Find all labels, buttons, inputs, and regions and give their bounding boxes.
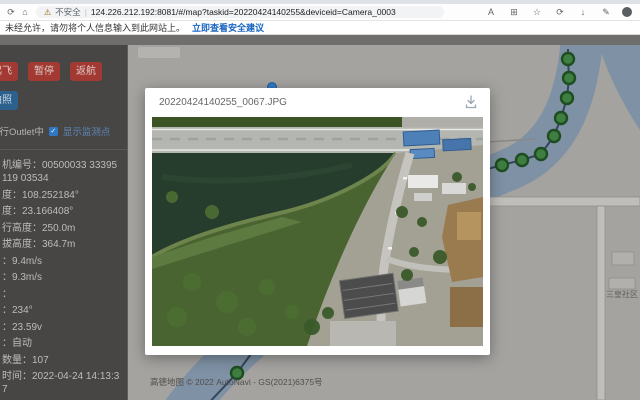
- checkbox-label[interactable]: 显示监测点: [63, 124, 111, 138]
- map-area-label: 三皇社区: [606, 289, 638, 299]
- profile-avatar[interactable]: [622, 7, 632, 17]
- telemetry-row-latitude: 度：23.166408°: [2, 205, 122, 218]
- address-bar[interactable]: ⚠ 不安全 | 124.226.212.192:8081/#/map?taski…: [36, 6, 444, 18]
- history-icon[interactable]: ⟳: [553, 7, 567, 18]
- sidebar-divider: [0, 149, 127, 150]
- app-header-bar: [0, 35, 640, 45]
- photo-filename: 20220424140255_0067.JPG: [159, 97, 287, 108]
- waypoint-marker[interactable]: [516, 154, 528, 166]
- download-icon[interactable]: [463, 94, 479, 110]
- toolbar-right-icons: A ⊞ ☆ ⟳ ↓ ✎: [484, 7, 632, 18]
- url-separator: |: [85, 7, 87, 17]
- takeoff-button[interactable]: 起飞: [0, 62, 18, 81]
- map-attribution: 高德地图 © 2022 AutoNavi - GS(2021)6375号: [150, 377, 323, 387]
- telemetry-row-elevation: 拔高度：364.7m: [2, 238, 122, 251]
- refresh-icon[interactable]: ⟳: [4, 7, 18, 18]
- photo-modal: 20220424140255_0067.JPG: [145, 88, 490, 355]
- return-home-button[interactable]: 返航: [70, 62, 102, 81]
- security-label: 不安全: [55, 6, 81, 18]
- read-aloud-icon[interactable]: A: [484, 7, 498, 17]
- telemetry-row-capture-time: 时间：2022-04-24 14:13:37: [2, 370, 122, 396]
- telemetry-row-mode: ：自动: [2, 337, 122, 350]
- status-text: 飞行Outlet中: [0, 124, 44, 138]
- pause-button[interactable]: 暂停: [28, 62, 60, 81]
- downloads-icon[interactable]: ↓: [576, 7, 590, 17]
- aerial-photo-image: [152, 117, 483, 346]
- photo-button[interactable]: 拍照: [0, 91, 18, 110]
- waypoint-marker[interactable]: [561, 92, 573, 104]
- telemetry-row-photo-count: 数量：107: [2, 354, 122, 367]
- waypoint-marker[interactable]: [562, 53, 574, 65]
- telemetry-row-flight-altitude: 行高度：250.0m: [2, 222, 122, 235]
- telemetry-row-aircraft-id: 机编号：00500033 33395119 03534: [2, 159, 122, 185]
- map-building: [609, 278, 635, 289]
- road-vertical: [597, 206, 605, 400]
- telemetry-row-voltage: ：23.59v: [2, 321, 122, 334]
- aerial-photo: [152, 117, 483, 346]
- map-control-chip: [138, 47, 180, 58]
- browser-toolbar: ⟳ ⌂ ⚠ 不安全 | 124.226.212.192:8081/#/map?t…: [0, 4, 640, 21]
- infobar-text: 未经允许，请勿将个人信息输入到此网站上。: [5, 21, 185, 34]
- home-icon[interactable]: ⌂: [18, 7, 32, 17]
- telemetry-list: 机编号：00500033 33395119 03534 度：108.252184…: [0, 159, 122, 400]
- telemetry-row-vertical-speed: ：9.3m/s: [2, 271, 122, 284]
- telemetry-row-blank: ：: [2, 288, 122, 301]
- action-buttons: 起飞 暂停 返航: [0, 62, 127, 81]
- split-screen-icon[interactable]: ⊞: [507, 7, 521, 18]
- telemetry-row-horizontal-speed: ：9.4m/s: [2, 255, 122, 268]
- telemetry-row-longitude: 度：108.252184°: [2, 189, 122, 202]
- waypoint-marker[interactable]: [555, 112, 567, 124]
- security-warning-icon[interactable]: ⚠: [44, 8, 51, 17]
- url-text[interactable]: 124.226.212.192:8081/#/map?taskid=202204…: [91, 7, 396, 17]
- infobar-link[interactable]: 立即查看安全建议: [192, 21, 264, 34]
- favorites-icon[interactable]: ☆: [530, 7, 544, 18]
- map-building: [612, 252, 634, 265]
- status-row: 飞行Outlet中 ✓ 显示监测点: [0, 124, 127, 138]
- browser-infobar: 未经允许，请勿将个人信息输入到此网站上。 立即查看安全建议: [0, 21, 640, 35]
- checkbox-icon[interactable]: ✓: [49, 127, 58, 136]
- telemetry-sidebar: 起飞 暂停 返航 拍照 飞行Outlet中 ✓ 显示监测点 机编号：005000…: [0, 45, 128, 400]
- waypoint-marker[interactable]: [563, 72, 575, 84]
- telemetry-row-heading: ：234°: [2, 304, 122, 317]
- edit-icon[interactable]: ✎: [599, 7, 613, 18]
- waypoint-marker[interactable]: [535, 148, 547, 160]
- waypoint-marker[interactable]: [496, 159, 508, 171]
- road-horizontal: [485, 197, 640, 206]
- app-viewport: 三皇社区 高德地图 © 2022 AutoNavi - GS(2021)6375…: [0, 35, 640, 400]
- waypoint-marker[interactable]: [548, 130, 560, 142]
